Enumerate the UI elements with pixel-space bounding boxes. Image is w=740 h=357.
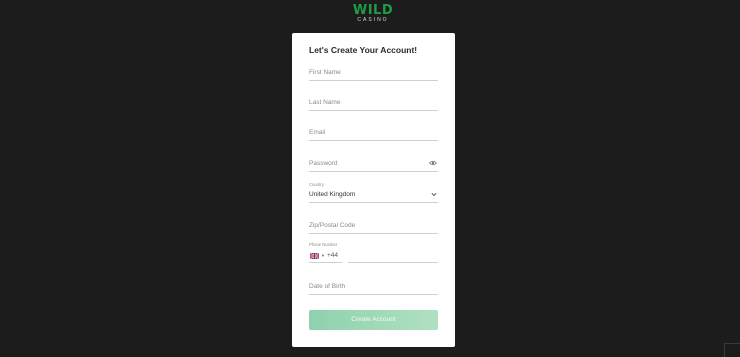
signup-card: Let's Create Your Account! First Name La… xyxy=(292,33,455,347)
phone-label: Phone Number xyxy=(309,242,338,247)
dob-field[interactable]: Date of Birth xyxy=(309,280,438,295)
dial-caret-icon: ▼ xyxy=(321,253,325,258)
zip-placeholder: Zip/Postal Code xyxy=(309,222,356,229)
logo-wordmark: WILD xyxy=(352,3,394,18)
logo-subtitle: CASINO xyxy=(357,17,389,23)
wild-casino-logo[interactable]: WILD CASINO xyxy=(352,4,394,26)
chevron-down-icon[interactable] xyxy=(431,192,437,197)
zip-underline xyxy=(309,233,438,234)
zip-field[interactable]: Zip/Postal Code xyxy=(309,219,438,234)
password-placeholder: Password xyxy=(309,160,338,167)
phone-number-input[interactable] xyxy=(348,250,438,263)
dob-underline xyxy=(309,294,438,295)
eye-icon[interactable] xyxy=(429,160,437,166)
uk-flag-icon xyxy=(310,253,319,259)
email-placeholder: Email xyxy=(309,129,326,136)
country-label: Country xyxy=(309,182,324,187)
email-field[interactable]: Email xyxy=(309,126,438,141)
corner-widget[interactable] xyxy=(724,343,740,357)
dial-code: +44 xyxy=(327,252,339,259)
dial-underline xyxy=(309,262,342,263)
password-field[interactable]: Password xyxy=(309,157,438,172)
country-underline xyxy=(309,202,438,203)
country-code-picker[interactable]: ▼ +44 xyxy=(309,250,345,263)
country-select[interactable]: Country United Kingdom xyxy=(309,182,438,203)
password-underline xyxy=(309,171,438,172)
phone-field: Phone Number ▼ +44 xyxy=(309,242,438,265)
form-title: Let's Create Your Account! xyxy=(309,45,418,55)
first-name-underline xyxy=(309,80,438,81)
first-name-placeholder: First Name xyxy=(309,69,341,76)
last-name-placeholder: Last Name xyxy=(309,99,341,106)
dob-placeholder: Date of Birth xyxy=(309,283,346,290)
page: WILD CASINO Let's Create Your Account! F… xyxy=(0,0,740,357)
country-value: United Kingdom xyxy=(309,191,356,198)
phone-underline xyxy=(348,262,438,263)
last-name-underline xyxy=(309,110,438,111)
first-name-field[interactable]: First Name xyxy=(309,66,438,81)
email-underline xyxy=(309,140,438,141)
create-account-button[interactable]: Create Account xyxy=(309,310,438,330)
last-name-field[interactable]: Last Name xyxy=(309,96,438,111)
